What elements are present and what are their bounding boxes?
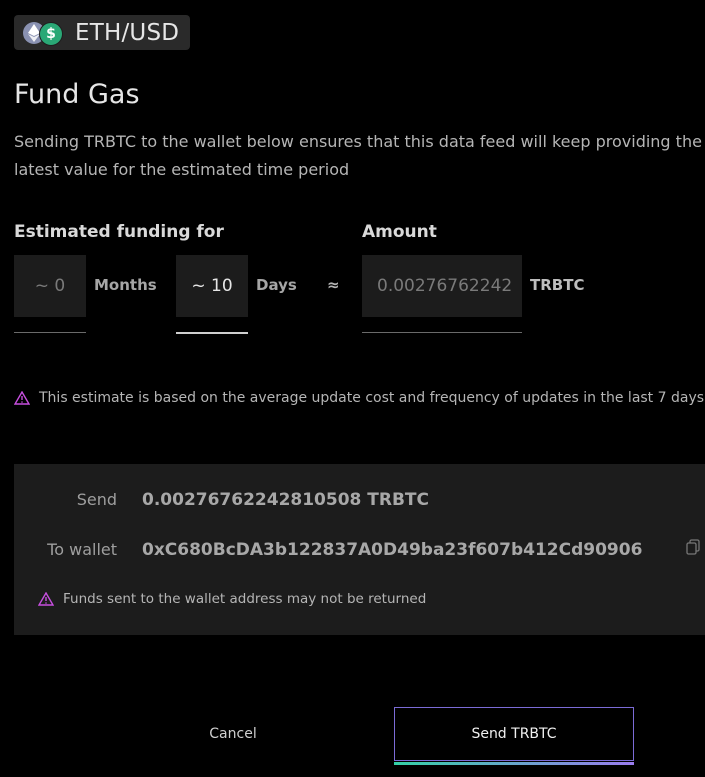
description: Sending TRBTC to the wallet below ensure… xyxy=(14,132,702,179)
pair-label: ETH/USD xyxy=(75,19,180,46)
wallet-label: To wallet xyxy=(47,540,117,559)
page-title: Fund Gas xyxy=(14,79,140,110)
pair-badge: $ ETH/USD xyxy=(14,15,190,50)
pair-icons: $ xyxy=(23,21,63,46)
amount-label: Amount xyxy=(362,222,437,242)
copy-icon[interactable] xyxy=(686,539,700,555)
warning-icon xyxy=(14,391,30,405)
send-button-accent xyxy=(394,762,634,765)
amount-input[interactable]: 0.00276762242 xyxy=(362,255,522,317)
months-unit: Months xyxy=(94,276,157,294)
months-underline xyxy=(14,332,86,333)
wallet-warning: Funds sent to the wallet address may not… xyxy=(38,591,426,607)
funding-label: Estimated funding for xyxy=(14,222,224,242)
amount-underline xyxy=(362,332,522,333)
usd-icon: $ xyxy=(39,21,63,46)
wallet-warning-text: Funds sent to the wallet address may not… xyxy=(63,591,427,607)
days-input[interactable]: ~ 10 xyxy=(176,255,248,317)
send-trbtc-button[interactable]: Send TRBTC xyxy=(394,707,634,761)
send-amount: 0.00276762242810508 TRBTC xyxy=(142,490,430,510)
months-input[interactable]: ~ 0 xyxy=(14,255,86,317)
approx-symbol: ≈ xyxy=(327,276,340,294)
send-panel: Send 0.00276762242810508 TRBTC To wallet… xyxy=(14,464,705,635)
days-underline xyxy=(176,332,248,334)
amount-unit: TRBTC xyxy=(530,276,585,294)
estimate-note: This estimate is based on the average up… xyxy=(14,390,704,406)
estimate-note-text: This estimate is based on the average up… xyxy=(39,390,705,406)
days-unit: Days xyxy=(256,276,297,294)
cancel-button[interactable]: Cancel xyxy=(190,718,276,750)
warning-icon xyxy=(38,592,54,606)
send-label: Send xyxy=(76,490,117,509)
wallet-address[interactable]: 0xC680BcDA3b122837A0D49ba23f607b412Cd909… xyxy=(142,540,642,560)
